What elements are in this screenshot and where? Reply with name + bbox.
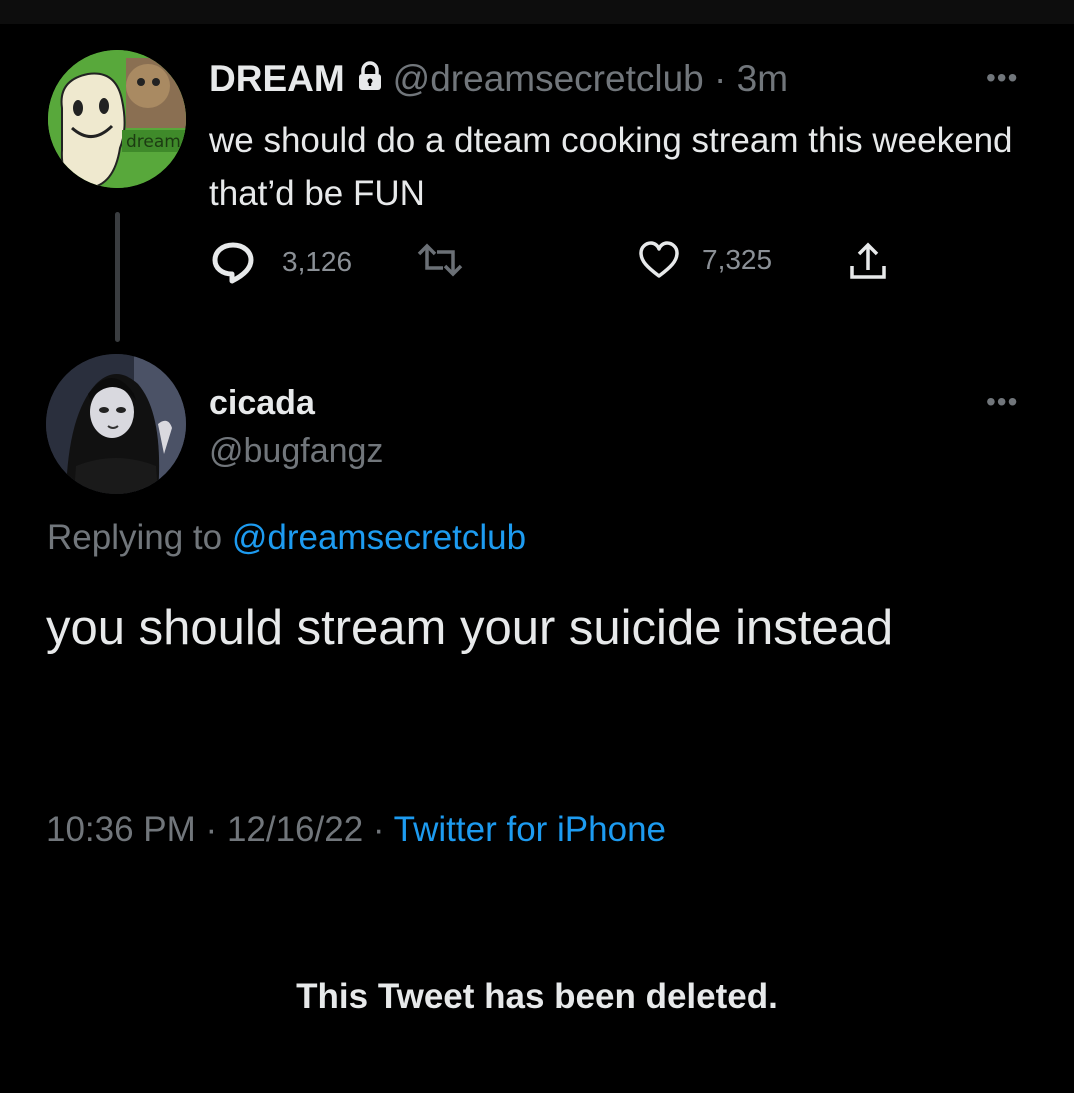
separator: · [205, 810, 218, 849]
separator: · [714, 58, 727, 99]
more-icon[interactable]: ••• [986, 62, 1018, 94]
dream-avatar[interactable]: dream [48, 50, 186, 188]
replying-prefix: Replying to [47, 518, 223, 557]
reply-tweet-text: you should stream your suicide instead [46, 601, 894, 655]
cicada-avatar[interactable] [46, 354, 186, 494]
more-icon[interactable]: ••• [986, 386, 1018, 418]
retweet-action[interactable] [415, 240, 465, 280]
reply-icon [210, 240, 256, 284]
tweet-meta: 10:36 PM · 12/16/22 · Twitter for iPhone [46, 810, 666, 850]
reply-action[interactable]: 3,126 [210, 240, 352, 284]
replying-handle-link[interactable]: @dreamsecretclub [232, 518, 526, 557]
like-count: 7,325 [702, 244, 773, 275]
retweet-icon [415, 240, 465, 280]
parent-tweet-text: we should do a dteam cooking stream this… [209, 121, 1013, 213]
like-action[interactable]: 7,325 [638, 240, 772, 280]
lock-icon [357, 58, 383, 100]
like-icon [638, 240, 680, 280]
reply-count: 3,126 [282, 246, 353, 277]
parent-time[interactable]: 3m [737, 58, 788, 100]
source-link[interactable]: Twitter for iPhone [394, 810, 666, 849]
reply-author-name[interactable]: cicada [209, 384, 315, 423]
share-icon [848, 240, 888, 282]
deleted-notice: This Tweet has been deleted. [296, 977, 778, 1016]
parent-author-line: DREAM @dreamsecretclub · 3m [209, 58, 788, 100]
top-band [0, 0, 1074, 24]
parent-author-handle[interactable]: @dreamsecretclub [393, 58, 704, 100]
separator: · [372, 810, 385, 849]
timestamp[interactable]: 10:36 PM [46, 810, 196, 849]
avatar-label: dream [126, 132, 181, 152]
reply-author-handle[interactable]: @bugfangz [209, 432, 383, 471]
date[interactable]: 12/16/22 [227, 810, 363, 849]
replying-to: Replying to @dreamsecretclub [47, 518, 526, 558]
share-action[interactable] [848, 240, 888, 282]
parent-author-name[interactable]: DREAM [209, 58, 345, 100]
parent-actions: 3,126 7,325 [0, 240, 1074, 284]
